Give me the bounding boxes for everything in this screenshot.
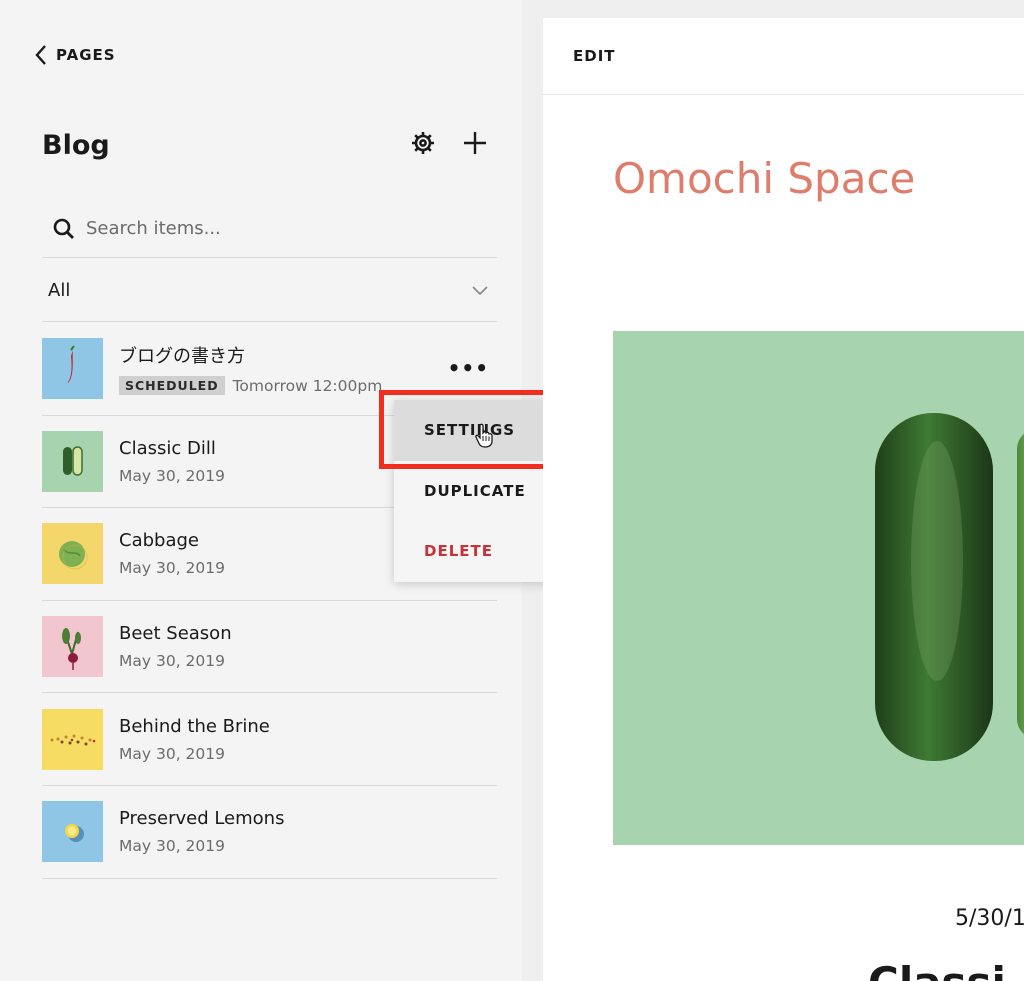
item-date: May 30, 2019	[119, 652, 225, 671]
chevron-down-icon	[472, 285, 488, 295]
beet-thumbnail	[42, 616, 103, 678]
item-title: Classic Dill	[119, 437, 216, 459]
item-date: Tomorrow 12:00pm	[232, 376, 383, 395]
menu-item-delete[interactable]: DELETE	[394, 521, 552, 582]
back-label: PAGES	[56, 46, 116, 64]
post-title: Classi	[868, 958, 1006, 981]
chili-pepper-thumbnail	[42, 338, 103, 400]
hero-image	[613, 331, 1024, 845]
menu-item-duplicate[interactable]: DUPLICATE	[394, 461, 552, 522]
list-item[interactable]: Beet Season May 30, 2019	[42, 601, 497, 694]
back-to-pages-link[interactable]: PAGES	[34, 44, 116, 66]
settings-button[interactable]	[408, 128, 438, 158]
add-item-button[interactable]	[460, 128, 490, 158]
spices-thumbnail	[42, 708, 103, 770]
item-date: May 30, 2019	[119, 466, 225, 485]
lemon-thumbnail	[42, 801, 103, 863]
item-context-menu: SETTINGS DUPLICATE DELETE	[394, 400, 552, 582]
item-date: May 30, 2019	[119, 744, 225, 763]
gear-icon	[412, 132, 434, 154]
pickle-slices-thumbnail	[42, 430, 103, 492]
chevron-left-icon	[35, 45, 46, 65]
item-title: Cabbage	[119, 530, 199, 552]
item-date: May 30, 2019	[119, 837, 225, 856]
item-title: ブログの書き方	[119, 346, 245, 368]
item-title: Beet Season	[119, 623, 232, 645]
post-date: 5/30/1	[955, 906, 1024, 931]
plus-icon	[464, 132, 486, 154]
filter-dropdown[interactable]: All	[42, 260, 497, 322]
list-item[interactable]: Behind the Brine May 30, 2019	[42, 693, 497, 786]
search-bar	[42, 200, 497, 258]
search-input[interactable]	[86, 218, 466, 239]
cabbage-thumbnail	[42, 523, 103, 585]
page-title: Blog	[42, 130, 110, 161]
header-actions	[408, 128, 490, 158]
more-options-button[interactable]: •••	[448, 358, 489, 378]
page-preview: EDIT Omochi Space 5/30/1 Classi	[543, 18, 1024, 981]
item-title: Behind the Brine	[119, 715, 270, 737]
filter-value: All	[48, 280, 71, 301]
list-item[interactable]: Preserved Lemons May 30, 2019	[42, 786, 497, 879]
menu-item-settings[interactable]: SETTINGS	[394, 400, 552, 461]
item-date: May 30, 2019	[119, 559, 225, 578]
status-badge: SCHEDULED	[119, 376, 225, 396]
edit-bar: EDIT	[543, 18, 1024, 95]
item-title: Preserved Lemons	[119, 808, 285, 830]
search-icon	[53, 218, 74, 239]
site-title: Omochi Space	[613, 154, 916, 203]
hand-pointer-icon	[475, 423, 493, 448]
edit-button[interactable]: EDIT	[573, 47, 616, 65]
